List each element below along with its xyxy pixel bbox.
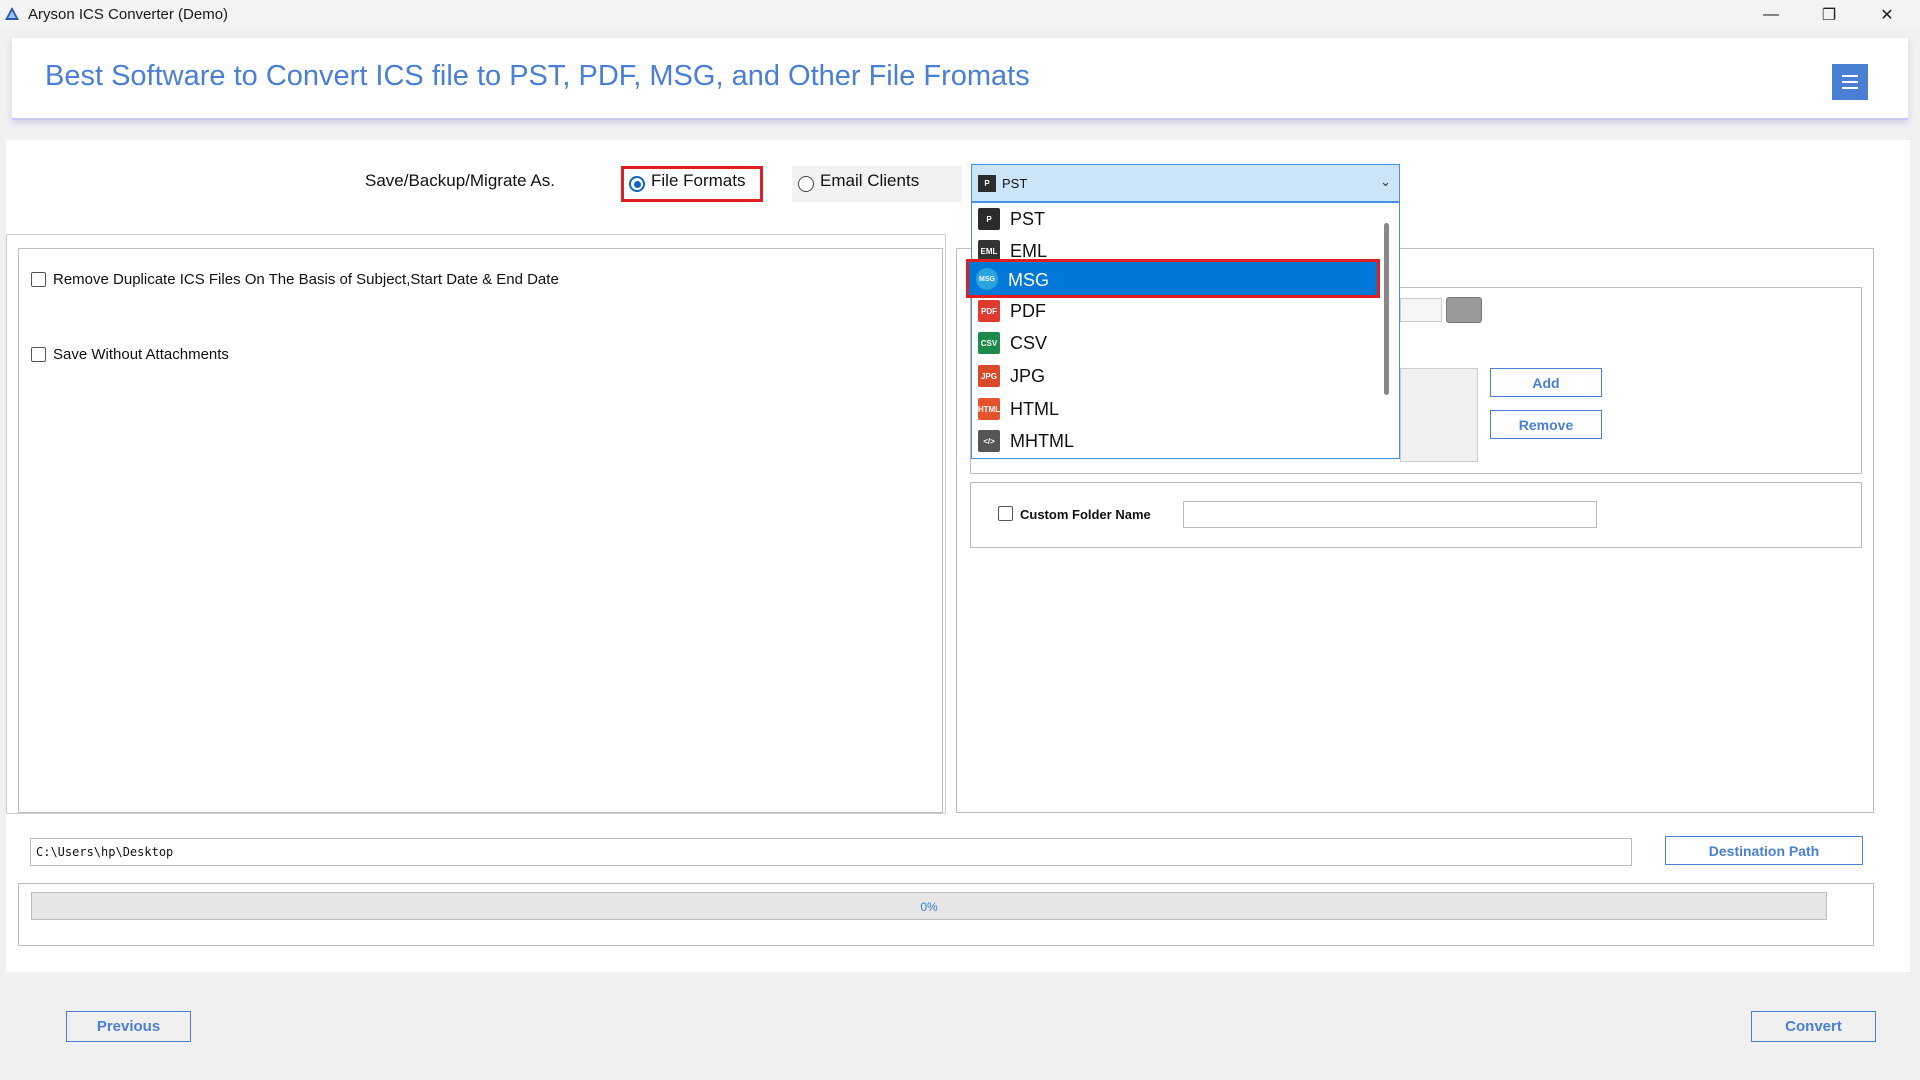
dropdown-option-label: JPG bbox=[1010, 365, 1046, 386]
dropdown-option-pst[interactable]: P PST bbox=[972, 203, 1378, 235]
remove-duplicates-checkbox[interactable] bbox=[31, 272, 46, 287]
save-without-attachments-checkbox[interactable] bbox=[31, 347, 46, 362]
destination-path-input[interactable]: C:\Users\hp\Desktop bbox=[30, 838, 1632, 866]
save-without-attachments-label: Save Without Attachments bbox=[53, 346, 229, 363]
window-title: Aryson ICS Converter (Demo) bbox=[28, 6, 229, 23]
save-as-label: Save/Backup/Migrate As. bbox=[365, 171, 555, 190]
file-formats-label[interactable]: File Formats bbox=[651, 171, 745, 191]
dropdown-option-label: PST bbox=[1010, 208, 1046, 229]
email-clients-radio[interactable] bbox=[798, 176, 814, 192]
dropdown-option-msg-label: MSG bbox=[1008, 270, 1050, 290]
format-select-dropdown[interactable]: P PST ⌄ bbox=[971, 164, 1400, 202]
dropdown-option-mhtml[interactable]: </> MHTML bbox=[972, 425, 1378, 457]
menu-icon-bar bbox=[1842, 75, 1858, 77]
email-clients-label[interactable]: Email Clients bbox=[820, 171, 919, 191]
menu-icon-bar bbox=[1842, 81, 1858, 83]
dropdown-option-label: PDF bbox=[1010, 300, 1046, 321]
path-input[interactable] bbox=[1400, 298, 1442, 322]
html-icon: HTML bbox=[978, 398, 1000, 420]
jpg-icon: JPG bbox=[978, 365, 1000, 387]
dropdown-option-csv[interactable]: CSV CSV bbox=[972, 327, 1378, 359]
maximize-button[interactable]: ❐ bbox=[1800, 0, 1858, 30]
pdf-icon: PDF bbox=[978, 300, 1000, 322]
file-formats-radio[interactable] bbox=[629, 176, 645, 192]
dropdown-option-jpg[interactable]: JPG JPG bbox=[972, 360, 1378, 392]
browse-folder-button[interactable] bbox=[1446, 297, 1482, 323]
custom-folder-checkbox[interactable] bbox=[998, 506, 1013, 521]
dropdown-option-pdf[interactable]: PDF PDF bbox=[972, 295, 1378, 327]
csv-icon: CSV bbox=[978, 332, 1000, 354]
format-dropdown-list[interactable]: P PST EML EML PDF PDF CSV CSV JPG JPG HTML HTML </> M… bbox=[971, 202, 1400, 459]
add-button[interactable]: Add bbox=[1490, 368, 1602, 397]
minimize-button[interactable]: — bbox=[1742, 0, 1800, 30]
pst-icon: P bbox=[978, 175, 996, 192]
options-panel: Remove Duplicate ICS Files On The Basis … bbox=[18, 248, 943, 813]
convert-button[interactable]: Convert bbox=[1751, 1011, 1876, 1042]
close-button[interactable]: ✕ bbox=[1858, 0, 1916, 30]
page-title: Best Software to Convert ICS file to PST… bbox=[45, 60, 1030, 92]
selected-option-highlight[interactable]: MSG MSG bbox=[966, 259, 1380, 298]
dropdown-scrollbar[interactable] bbox=[1384, 223, 1389, 395]
folder-list[interactable] bbox=[1400, 368, 1478, 462]
custom-folder-label: Custom Folder Name bbox=[1020, 507, 1151, 522]
dropdown-option-label: HTML bbox=[1010, 398, 1059, 419]
custom-folder-input[interactable] bbox=[1183, 501, 1597, 528]
remove-duplicates-label: Remove Duplicate ICS Files On The Basis … bbox=[53, 271, 559, 288]
title-bar: Aryson ICS Converter (Demo) — ❐ ✕ bbox=[0, 0, 1920, 30]
hamburger-menu-button[interactable] bbox=[1832, 64, 1868, 100]
pst-icon: P bbox=[978, 208, 1000, 230]
dropdown-option-label: CSV bbox=[1010, 332, 1048, 353]
chevron-down-icon: ⌄ bbox=[1380, 174, 1391, 189]
format-select-value: PST bbox=[1002, 176, 1028, 191]
progress-label: 0% bbox=[920, 900, 938, 914]
dropdown-option-html[interactable]: HTML HTML bbox=[972, 393, 1378, 425]
previous-button[interactable]: Previous bbox=[66, 1011, 191, 1042]
mhtml-icon: </> bbox=[978, 430, 1000, 452]
menu-icon-bar bbox=[1842, 87, 1858, 89]
destination-path-button[interactable]: Destination Path bbox=[1665, 836, 1863, 865]
progress-bar: 0% bbox=[31, 892, 1827, 920]
app-logo-icon bbox=[5, 7, 19, 20]
remove-button[interactable]: Remove bbox=[1490, 410, 1602, 439]
msg-icon: MSG bbox=[976, 268, 998, 290]
dropdown-option-label: MHTML bbox=[1010, 430, 1074, 451]
header-banner: Best Software to Convert ICS file to PST… bbox=[12, 38, 1908, 120]
